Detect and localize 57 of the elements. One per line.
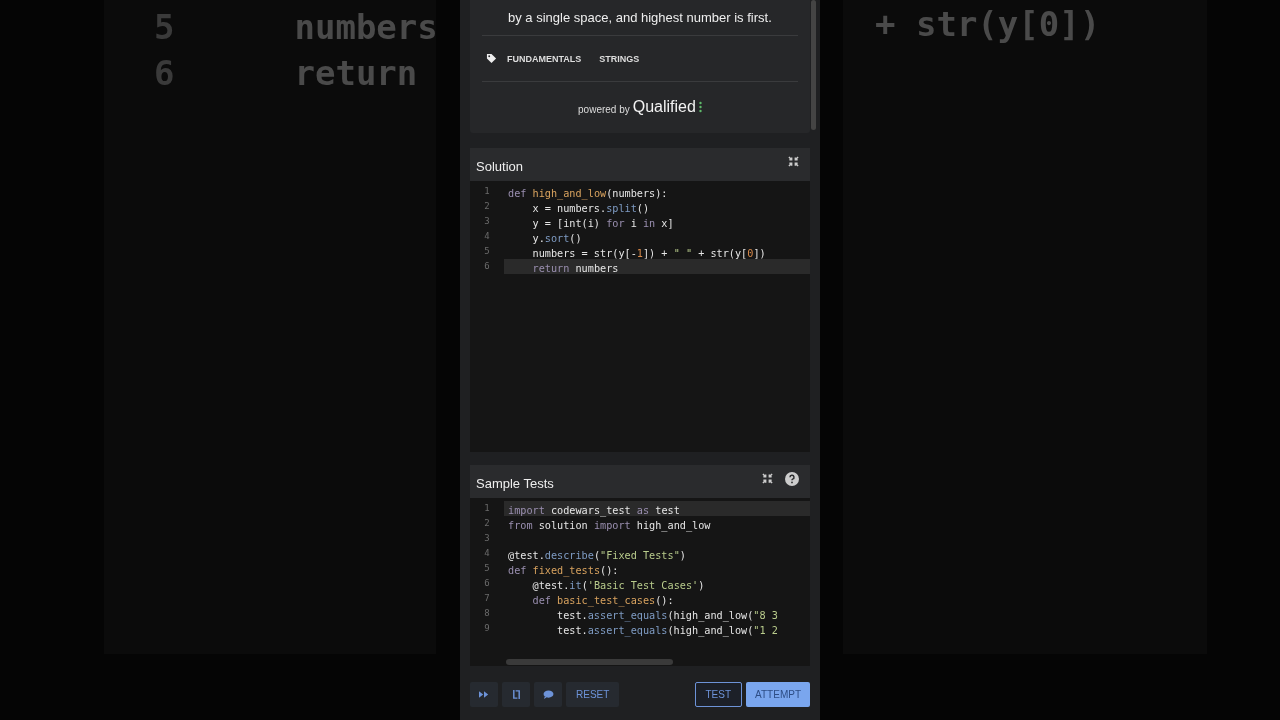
code-line: import codewars_test as test	[508, 505, 680, 516]
code-line: from solution import high_and_low	[508, 520, 711, 531]
line-number: 1	[484, 185, 490, 198]
line-number: 4	[484, 547, 490, 560]
tag-icon	[486, 53, 497, 64]
swap-icon	[511, 689, 521, 700]
brand-logo-text[interactable]: Qualified	[632, 98, 696, 116]
code-line: return numbers	[531, 263, 619, 274]
code-line: def basic_test_cases():	[531, 595, 674, 606]
fullscreen-icon[interactable]	[788, 156, 799, 167]
tag-link[interactable]: STRINGS	[599, 53, 640, 64]
code-line: def fixed_tests():	[508, 565, 619, 576]
line-number: 5	[484, 562, 490, 575]
line-number: 6	[484, 577, 490, 590]
tag-link[interactable]: FUNDAMENTALS	[507, 53, 582, 64]
code-line: numbers = str(y[-1]) + " " + str(y[0])	[531, 248, 766, 259]
fast-forward-icon	[479, 691, 489, 698]
line-number: 1	[484, 502, 490, 515]
line-number: 8	[484, 607, 490, 620]
dots-icon	[698, 101, 702, 113]
line-number: 3	[484, 532, 490, 545]
line-number: 6	[484, 260, 490, 273]
line-number: 3	[484, 215, 490, 228]
code-line: y.sort()	[531, 233, 582, 244]
code-line: @test.describe("Fixed Tests")	[508, 550, 686, 561]
attempt-button[interactable]: ATTEMPT	[746, 682, 810, 707]
code-line: x = numbers.split()	[531, 203, 650, 214]
description-text: by a single space, and highest number is first.	[482, 0, 798, 36]
code-text: return	[294, 53, 418, 93]
code-line: y = [int(i) for i in x]	[531, 218, 674, 229]
code-text: numbers	[294, 7, 438, 47]
code-line: def high_and_low(numbers):	[508, 188, 668, 199]
scrollbar[interactable]	[506, 659, 673, 665]
code-line: @test.it('Basic Test Cases')	[531, 580, 705, 591]
scrollbar[interactable]	[811, 0, 816, 130]
line-number: 4	[484, 230, 490, 243]
help-icon[interactable]	[785, 471, 799, 486]
code-text: + str(y[0])	[875, 4, 1101, 44]
line-number: 2	[484, 517, 490, 530]
code-editor[interactable]	[470, 498, 810, 666]
code-line: test.assert_equals(high_and_low("8 3	[556, 610, 778, 621]
code-line: test.assert_equals(high_and_low("1 2	[556, 625, 778, 636]
panel-title: Sample Tests	[476, 476, 554, 491]
line-number: 5	[484, 245, 490, 258]
discuss-button[interactable]	[534, 682, 562, 707]
line-number: 2	[484, 200, 490, 213]
powered-by-text: powered by	[578, 103, 630, 115]
fullscreen-icon[interactable]	[762, 473, 773, 484]
swap-button[interactable]	[502, 682, 530, 707]
reset-button[interactable]: RESET	[566, 682, 620, 707]
chat-bubble-icon	[542, 690, 554, 699]
skip-button[interactable]	[470, 682, 498, 707]
line-number: 9	[484, 622, 490, 635]
code-editor[interactable]: 1 2 3 4 5 6 def high_and_low(numbers): x = numbers.split() y = [int(i) for i in x] y.sort() numbers = str(y[-1]) + " " + str(y[0]) return numbers	[470, 181, 810, 452]
line-number: 7	[484, 592, 490, 605]
panel-title: Solution	[476, 159, 523, 174]
test-button[interactable]: TEST	[694, 682, 743, 707]
